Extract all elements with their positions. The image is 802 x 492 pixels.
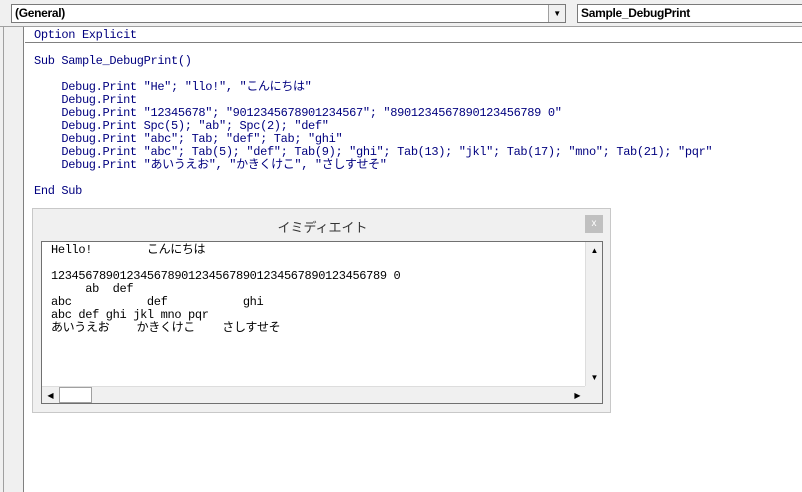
procedure-combo-value: Sample_DebugPrint <box>581 6 690 20</box>
vertical-scrollbar[interactable]: ▲ ▼ <box>585 242 602 386</box>
object-combo-value: (General) <box>15 6 65 20</box>
code-line[interactable]: Sub Sample_DebugPrint() <box>34 55 192 68</box>
object-combo[interactable]: (General) ▼ <box>11 4 566 23</box>
close-button[interactable]: x <box>585 215 603 233</box>
code-line[interactable]: End Sub <box>34 185 82 198</box>
gutter-line <box>3 27 4 492</box>
scroll-up-icon[interactable]: ▲ <box>586 242 603 259</box>
code-line[interactable]: Option Explicit <box>34 29 137 42</box>
horizontal-scrollbar[interactable]: ◀ ▶ <box>42 386 586 403</box>
procedure-separator <box>25 42 802 43</box>
immediate-output[interactable]: Hello! こんにちは 123456789012345678901234567… <box>41 241 603 404</box>
scroll-down-icon[interactable]: ▼ <box>586 369 603 386</box>
scroll-thumb[interactable] <box>59 387 92 403</box>
procedure-combo[interactable]: Sample_DebugPrint <box>577 4 802 23</box>
output-line: Hello! こんにちは <box>51 243 206 257</box>
scroll-corner <box>585 386 602 403</box>
immediate-window-title[interactable]: イミディエイト <box>33 217 612 236</box>
scroll-left-icon[interactable]: ◀ <box>42 387 59 404</box>
immediate-window: イミディエイト x Hello! こんにちは 12345678901234567… <box>32 208 611 413</box>
code-line[interactable]: Debug.Print "あいうえお", "かきくけこ", "さしすせそ" <box>34 159 387 172</box>
output-line: あいうえお かきくけこ さしすせそ <box>51 321 281 335</box>
margin-indicator-bar[interactable] <box>0 27 24 492</box>
toolbar: (General) ▼ Sample_DebugPrint <box>0 0 802 27</box>
scroll-right-icon[interactable]: ▶ <box>569 387 586 404</box>
chevron-down-icon[interactable]: ▼ <box>548 5 565 22</box>
